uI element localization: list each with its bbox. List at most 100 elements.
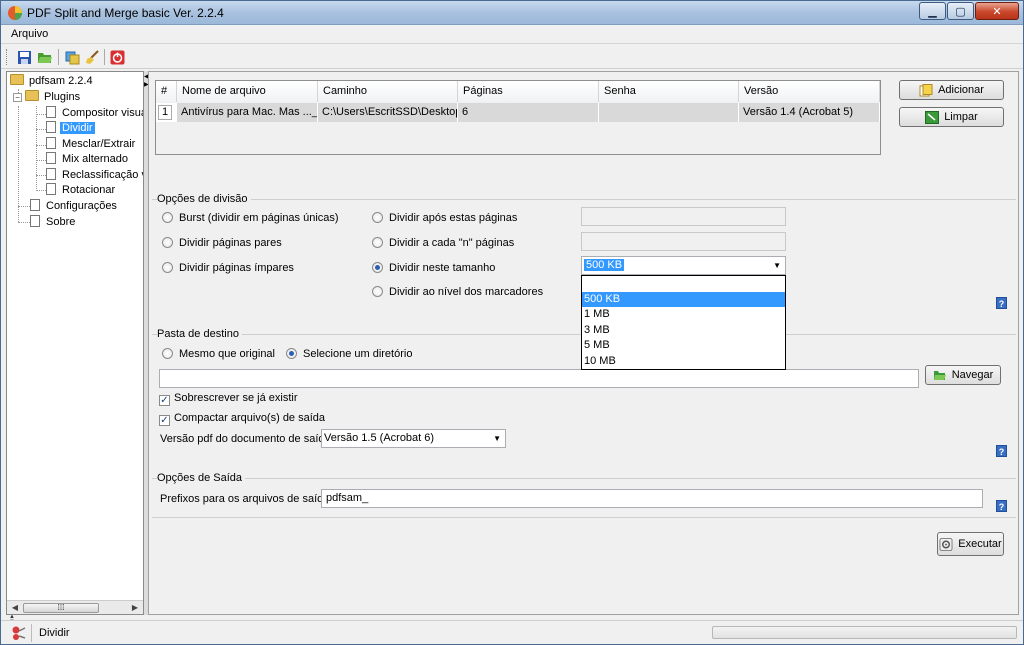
chevron-down-icon[interactable]: ▼ [493,430,501,447]
help-icon[interactable]: ? [996,297,1007,309]
scroll-thumb[interactable]: ⁞⁞⁞ [23,603,99,613]
document-icon [46,106,56,118]
status-separator [31,624,32,642]
radio-same-as-source[interactable]: Mesmo que original [162,347,275,361]
radio-bookmarks-level[interactable]: Dividir ao nível dos marcadores [372,285,543,299]
tree-line [36,106,37,191]
plugin-tree[interactable]: pdfsam 2.2.4 − Plugins Compositor visual … [6,71,144,615]
every-n-pages-input[interactable] [581,232,786,251]
scroll-left-icon[interactable]: ◀ [8,602,22,614]
save-icon [17,50,31,64]
prefix-label: Prefixos para os arquivos de saída: [160,493,333,505]
radio-choose-directory[interactable]: Selecione um diretório [286,347,412,361]
run-button[interactable]: Executar [937,532,1004,556]
menu-file[interactable]: Arquivo [11,28,48,40]
tree-item-visual-composer[interactable]: Compositor visual [46,106,143,121]
checkmark-icon: ✓ [159,395,170,406]
document-icon [46,168,56,180]
clear-list-button[interactable]: Limpar [899,107,1004,127]
radio-odd-pages[interactable]: Dividir páginas ímpares [162,261,294,275]
toolbar [1,45,1023,69]
tree-plugins[interactable]: − Plugins [13,90,82,105]
status-text: Dividir [39,627,70,639]
dropdown-option[interactable]: 3 MB [582,323,785,339]
tree-line [36,129,46,130]
close-icon: ✕ [992,5,1002,18]
tree-item-alternate-mix[interactable]: Mix alternado [46,152,130,167]
tree-root[interactable]: pdfsam 2.2.4 [10,74,95,89]
tree-item-merge-extract[interactable]: Mesclar/Extrair [46,137,137,152]
menu-bar: Arquivo [1,26,1023,44]
clear-button[interactable] [83,48,101,66]
toolbar-separator [104,49,105,65]
overwrite-checkbox[interactable]: ✓ Sobrescrever se já existir [159,391,298,406]
tree-horizontal-scrollbar[interactable]: ◀ ⁞⁞⁞ ▶ [7,600,143,614]
tree-item-rotate[interactable]: Rotacionar [46,183,117,198]
chevron-down-icon[interactable]: ▼ [773,257,781,274]
add-button[interactable]: Adicionar [899,80,1004,100]
dropdown-option[interactable]: 10 MB [582,354,785,370]
column-header[interactable]: Versão [739,81,880,102]
combo-value: 500 KB [584,259,625,271]
combo-value: Versão 1.5 (Acrobat 6) [324,432,435,444]
scroll-right-icon[interactable]: ▶ [128,602,142,614]
radio-split-by-size[interactable]: Dividir neste tamanho [372,261,495,275]
radio-even-pages[interactable]: Dividir páginas pares [162,236,282,250]
split-plugin-panel: # Nome de arquivo Caminho Páginas Senha … [148,71,1019,615]
tree-line [36,190,46,191]
settings-button[interactable] [63,48,81,66]
output-version-combo[interactable]: Versão 1.5 (Acrobat 6) ▼ [321,429,506,448]
dropdown-option[interactable]: 5 MB [582,338,785,354]
column-header[interactable]: Páginas [458,81,599,102]
column-header[interactable]: # [156,81,177,102]
help-icon[interactable]: ? [996,445,1007,457]
app-window: PDF Split and Merge basic Ver. 2.2.4 ▁ ▢… [0,0,1024,645]
compress-checkbox[interactable]: ✓ Compactar arquivo(s) de saída [159,411,325,426]
section-title: Opções de Saída [157,472,246,484]
toolbar-grip[interactable] [6,49,9,65]
open-icon [38,52,52,63]
radio-every-n-pages[interactable]: Dividir a cada "n" páginas [372,236,514,250]
save-button[interactable] [15,48,33,66]
open-button[interactable] [36,48,54,66]
folder-icon [25,90,39,101]
table-row[interactable]: 1 Antivírus para Mac. Mas ..._ ... C:\Us… [156,103,880,122]
size-dropdown-list[interactable]: 500 KB 1 MB 3 MB 5 MB 10 MB [581,275,786,370]
dropdown-option[interactable]: 500 KB [582,291,785,307]
tree-line [36,160,46,161]
toolbar-separator [58,49,59,65]
help-icon[interactable]: ? [996,500,1007,512]
add-file-icon [919,83,933,96]
tree-item-settings[interactable]: Configurações [30,199,119,214]
collapse-icon[interactable]: − [13,93,22,102]
tree-item-about[interactable]: Sobre [30,215,77,230]
document-icon [46,152,56,164]
column-header[interactable]: Nome de arquivo [177,81,318,102]
close-button[interactable]: ✕ [975,2,1019,20]
file-table[interactable]: # Nome de arquivo Caminho Páginas Senha … [155,80,881,155]
destination-path-input[interactable] [159,369,919,388]
document-icon [46,183,56,195]
title-bar[interactable]: PDF Split and Merge basic Ver. 2.2.4 ▁ ▢… [1,1,1023,25]
dropdown-option[interactable]: 1 MB [582,307,785,323]
tree-item-visual-reorder[interactable]: Reclassificação visual [46,168,143,183]
dropdown-option[interactable] [582,276,785,292]
maximize-button[interactable]: ▢ [947,2,974,20]
minimize-button[interactable]: ▁ [919,2,946,20]
cell-password [599,103,739,122]
split-size-combo[interactable]: 500 KB ▼ [581,256,786,275]
section-title: Pasta de destino [157,328,242,340]
document-icon [30,199,40,211]
tree-item-split[interactable]: Dividir [46,121,96,136]
split-after-pages-input[interactable] [581,207,786,226]
minimize-icon: ▁ [928,5,937,18]
cell-filename: Antivírus para Mac. Mas ..._ ... [177,103,318,122]
browse-button[interactable]: Navegar [925,365,1001,385]
prefix-input[interactable]: pdfsam_ [321,489,983,508]
exit-button[interactable] [108,48,126,66]
column-header[interactable]: Caminho [318,81,458,102]
radio-split-after[interactable]: Dividir após estas páginas [372,211,517,225]
power-icon [110,50,124,64]
radio-burst[interactable]: Burst (dividir em páginas únicas) [162,211,339,225]
column-header[interactable]: Senha [599,81,739,102]
